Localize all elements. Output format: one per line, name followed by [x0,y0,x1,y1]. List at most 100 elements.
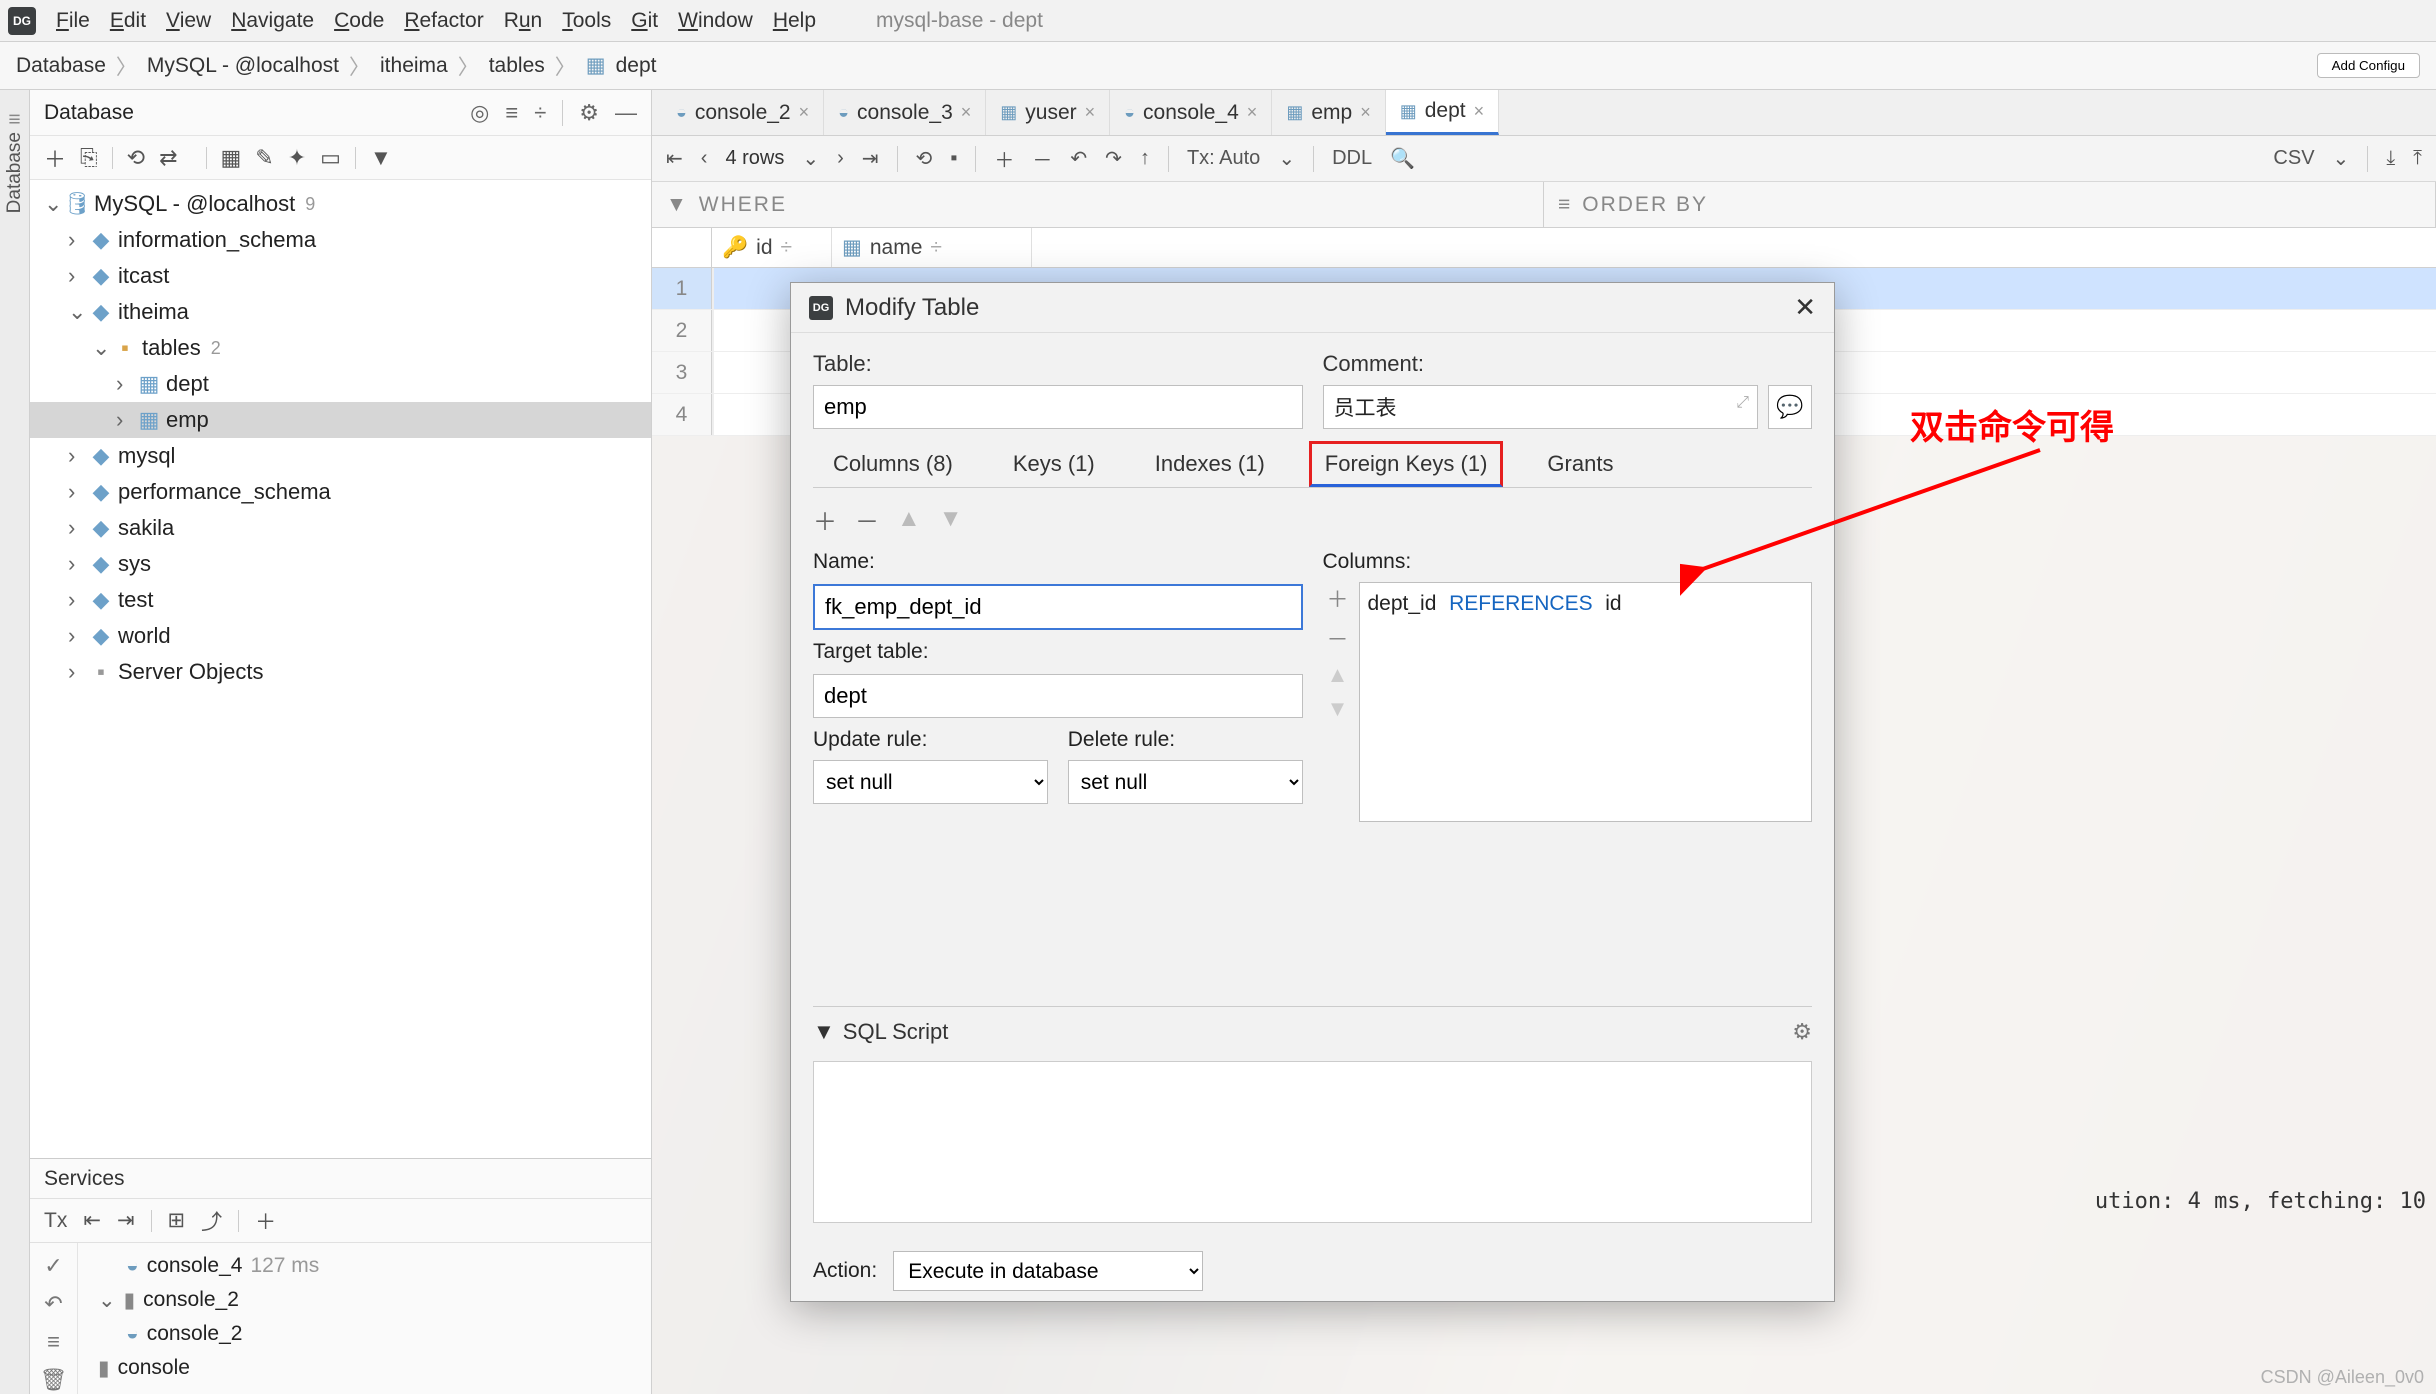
expand-icon[interactable]: ⤢ [1736,394,1749,412]
services-outdent-icon[interactable]: ⇥ [117,1208,135,1233]
rows-dropdown-icon[interactable]: ⌄ [802,146,819,171]
ddl-button[interactable]: DDL [1332,147,1372,170]
menu-code[interactable]: Code [334,9,384,33]
sort-icon[interactable]: ≡ [1558,193,1572,217]
table-input[interactable] [813,385,1303,429]
settings-icon[interactable]: ⚙ [579,100,599,126]
fk-columns-box[interactable]: dept_id REFERENCES id [1359,582,1813,822]
comment-chat-button[interactable]: 💬 [1768,385,1812,429]
close-icon[interactable]: ✕ [1794,292,1816,323]
tab-emp[interactable]: ▦emp× [1272,90,1385,135]
last-page-icon[interactable]: ⇥ [862,146,879,171]
upload-icon[interactable]: ⤒ [2413,147,2422,170]
crumb-schema[interactable]: itheima [380,54,448,78]
services-grid-icon[interactable]: ⊞ [168,1208,186,1233]
revert-icon[interactable]: ↶ [1070,146,1087,171]
tree-tables[interactable]: tables [142,335,201,361]
tab-keys[interactable]: Keys (1) [997,441,1111,487]
menu-run[interactable]: Run [504,9,543,33]
add-row-icon[interactable]: ＋ [994,144,1014,173]
close-icon[interactable]: × [1360,102,1371,123]
tree-itheima[interactable]: itheima [118,299,189,325]
database-tree[interactable]: ⌄🛢MySQL - @localhost9 ›◆information_sche… [30,180,651,1158]
services-undo-icon[interactable]: ↶ [44,1291,62,1317]
table-icon[interactable]: ▦ [221,145,242,171]
add-icon[interactable]: ＋ [44,142,66,174]
add-configuration-button[interactable]: Add Configu [2317,53,2420,78]
services-check-icon[interactable]: ✓ [44,1253,62,1279]
sync-icon[interactable]: ⇄ [159,145,177,171]
first-page-icon[interactable]: ⇤ [666,146,683,171]
tree-server-objects[interactable]: Server Objects [118,659,264,685]
sql-icon[interactable]: ▭ [320,145,341,171]
target-icon[interactable]: ◎ [470,100,489,126]
submit-icon[interactable]: ↑ [1140,147,1150,170]
fk-add-icon[interactable]: ＋ [813,502,837,537]
services-console[interactable]: console [118,1356,190,1380]
hide-icon[interactable]: — [615,100,637,126]
target-table-input[interactable] [813,674,1303,718]
stop-grid-icon[interactable]: ▪ [950,147,957,170]
funnel-icon[interactable]: ▼ [666,193,689,217]
menu-window[interactable]: Window [678,9,753,33]
col-id[interactable]: id [756,236,772,260]
services-console2[interactable]: console_2 [147,1322,243,1346]
comment-input[interactable]: 员工表⤢ [1323,385,1759,429]
close-icon[interactable]: × [1247,102,1258,123]
collapse-arrow-icon[interactable]: ▼ [813,1019,835,1045]
tree-itcast[interactable]: itcast [118,263,169,289]
row-gutter[interactable]: 3 [652,352,712,393]
tree-world[interactable]: world [118,623,171,649]
expand-icon[interactable]: ≡ [505,100,518,126]
remove-row-icon[interactable]: － [1032,144,1052,173]
tab-console2[interactable]: ◒console_2× [662,90,824,135]
col-up-icon[interactable]: ▲ [1327,662,1349,688]
copy-icon[interactable]: ⎘ [80,145,98,171]
tree-dept[interactable]: dept [166,371,209,397]
collapse-icon[interactable]: ÷ [534,100,546,126]
menu-refactor[interactable]: Refactor [404,9,483,33]
tree-emp[interactable]: emp [166,407,209,433]
services-add-icon[interactable]: ＋ [255,1206,276,1236]
services-console2-db[interactable]: console_2 [143,1288,239,1312]
edit2-icon[interactable]: ✎ [255,145,273,171]
menu-edit[interactable]: Edit [110,9,146,33]
menu-help[interactable]: Help [773,9,816,33]
where-label[interactable]: WHERE [699,193,787,217]
fk-remove-icon[interactable]: － [855,502,879,537]
row-gutter[interactable]: 4 [652,394,712,435]
search-icon[interactable]: 🔍 [1390,146,1415,171]
tree-sakila[interactable]: sakila [118,515,174,541]
next-page-icon[interactable]: › [837,147,844,170]
tx-label[interactable]: Tx: Auto [1187,147,1260,170]
menu-git[interactable]: Git [631,9,658,33]
services-tree[interactable]: ◒console_4127 ms ⌄▮console_2 ◒console_2 … [78,1243,651,1394]
services-indent-icon[interactable]: ⇤ [83,1208,101,1233]
fk-up-icon[interactable]: ▲ [897,505,921,533]
orderby-label[interactable]: ORDER BY [1582,193,1708,217]
menu-navigate[interactable]: Navigate [231,9,314,33]
col-add-icon[interactable]: ＋ [1326,582,1348,614]
tab-yuser[interactable]: ▦yuser× [986,90,1110,135]
filter-icon[interactable]: ▼ [370,145,392,171]
services-export-icon[interactable]: ⤴ [201,1206,222,1236]
menu-view[interactable]: View [166,9,211,33]
close-icon[interactable]: × [1474,101,1485,122]
close-icon[interactable]: × [799,102,810,123]
services-trash-icon[interactable]: 🗑 [40,1367,68,1393]
action-select[interactable]: Execute in database [893,1251,1203,1291]
tab-console3[interactable]: ◒console_3× [824,90,986,135]
download-icon[interactable]: ⤓ [2386,147,2395,170]
tab-dept[interactable]: ▦dept× [1386,90,1499,135]
fk-down-icon[interactable]: ▼ [939,505,963,533]
col-remove-icon[interactable]: － [1326,622,1348,654]
crumb-dept[interactable]: dept [616,54,657,78]
reload-icon[interactable]: ⟲ [916,146,933,171]
services-stack-icon[interactable]: ≡ [47,1329,60,1355]
tab-columns[interactable]: Columns (8) [817,441,969,487]
col-name[interactable]: name [870,236,923,260]
menu-tools[interactable]: Tools [562,9,611,33]
tab-indexes[interactable]: Indexes (1) [1139,441,1281,487]
tab-foreign-keys[interactable]: Foreign Keys (1) [1309,441,1504,487]
services-console4[interactable]: console_4 [147,1254,243,1278]
